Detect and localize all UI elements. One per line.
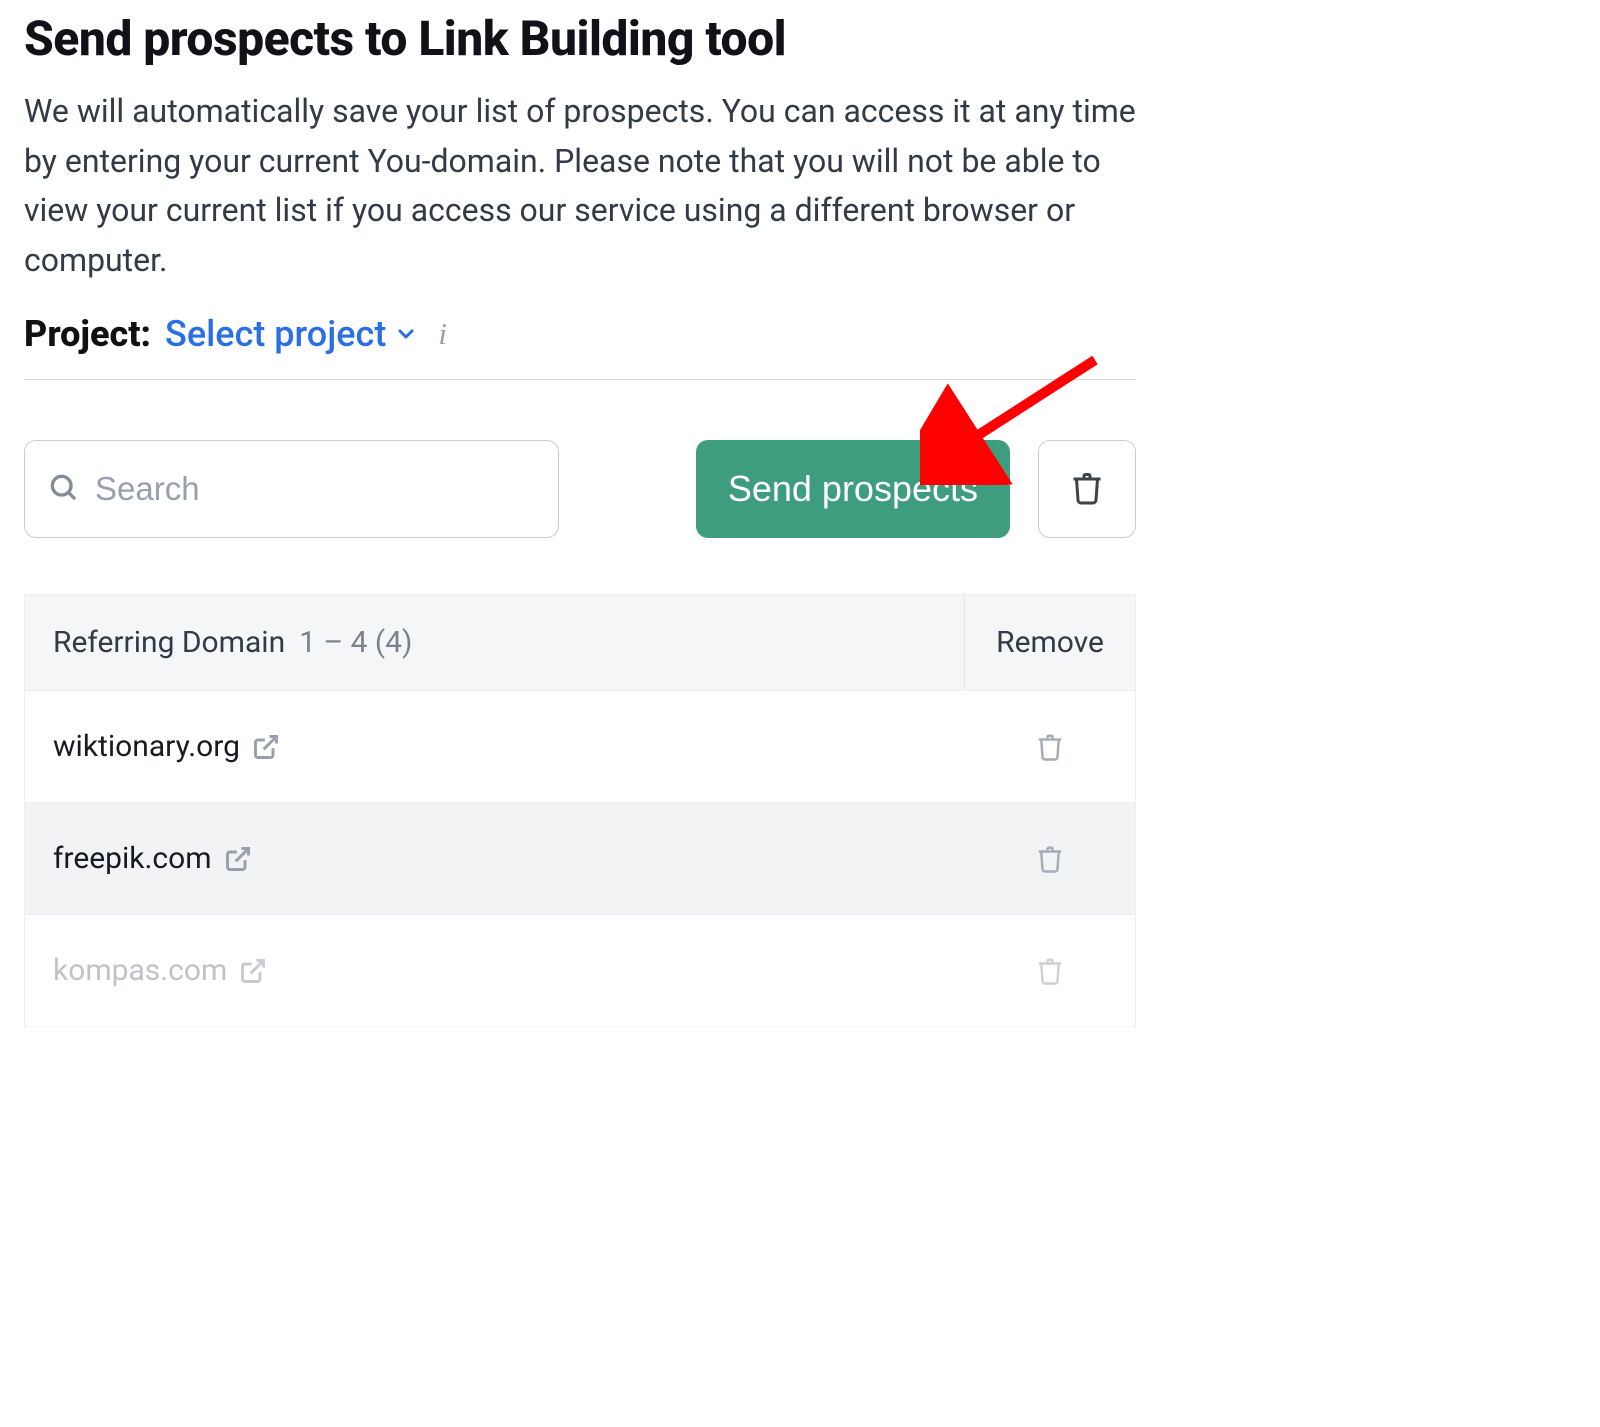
table-row: freepik.com — [25, 803, 1135, 915]
domain-link[interactable]: freepik.com — [53, 841, 212, 876]
domain-cell: kompas.com — [25, 953, 965, 988]
prospects-table: Referring Domain 1 – 4 (4) Remove wiktio… — [24, 594, 1136, 1027]
project-select-text: Select project — [165, 313, 386, 355]
remove-row-button[interactable] — [965, 732, 1135, 762]
project-select-dropdown[interactable]: Select project — [165, 313, 418, 355]
delete-all-button[interactable] — [1038, 440, 1136, 538]
table-header: Referring Domain 1 – 4 (4) Remove — [25, 595, 1135, 691]
project-label: Project: — [24, 313, 151, 355]
page-description: We will automatically save your list of … — [24, 87, 1136, 285]
external-link-icon[interactable] — [239, 957, 267, 985]
col-header-referring-domain: Referring Domain 1 – 4 (4) — [25, 595, 965, 690]
project-row: Project: Select project i — [24, 313, 1136, 380]
search-icon — [47, 471, 79, 507]
remove-row-button[interactable] — [965, 956, 1135, 986]
domain-cell: freepik.com — [25, 841, 965, 876]
domain-cell: wiktionary.org — [25, 729, 965, 764]
domain-link[interactable]: kompas.com — [53, 953, 227, 988]
col-header-domain-range: 1 – 4 (4) — [299, 625, 412, 660]
domain-link[interactable]: wiktionary.org — [53, 729, 240, 764]
col-header-remove: Remove — [965, 595, 1135, 690]
external-link-icon[interactable] — [224, 845, 252, 873]
table-row: kompas.com — [25, 915, 1135, 1027]
search-input[interactable] — [95, 470, 536, 508]
info-icon[interactable]: i — [438, 316, 447, 352]
chevron-down-icon — [394, 322, 418, 346]
page-title: Send prospects to Link Building tool — [24, 10, 1136, 67]
send-prospects-button[interactable]: Send prospects — [696, 440, 1010, 538]
external-link-icon[interactable] — [252, 733, 280, 761]
trash-icon — [1069, 470, 1105, 509]
search-field-wrapper[interactable] — [24, 440, 559, 538]
table-row: wiktionary.org — [25, 691, 1135, 803]
remove-row-button[interactable] — [965, 844, 1135, 874]
col-header-domain-label: Referring Domain — [53, 625, 285, 660]
toolbar: Send prospects — [24, 440, 1136, 538]
